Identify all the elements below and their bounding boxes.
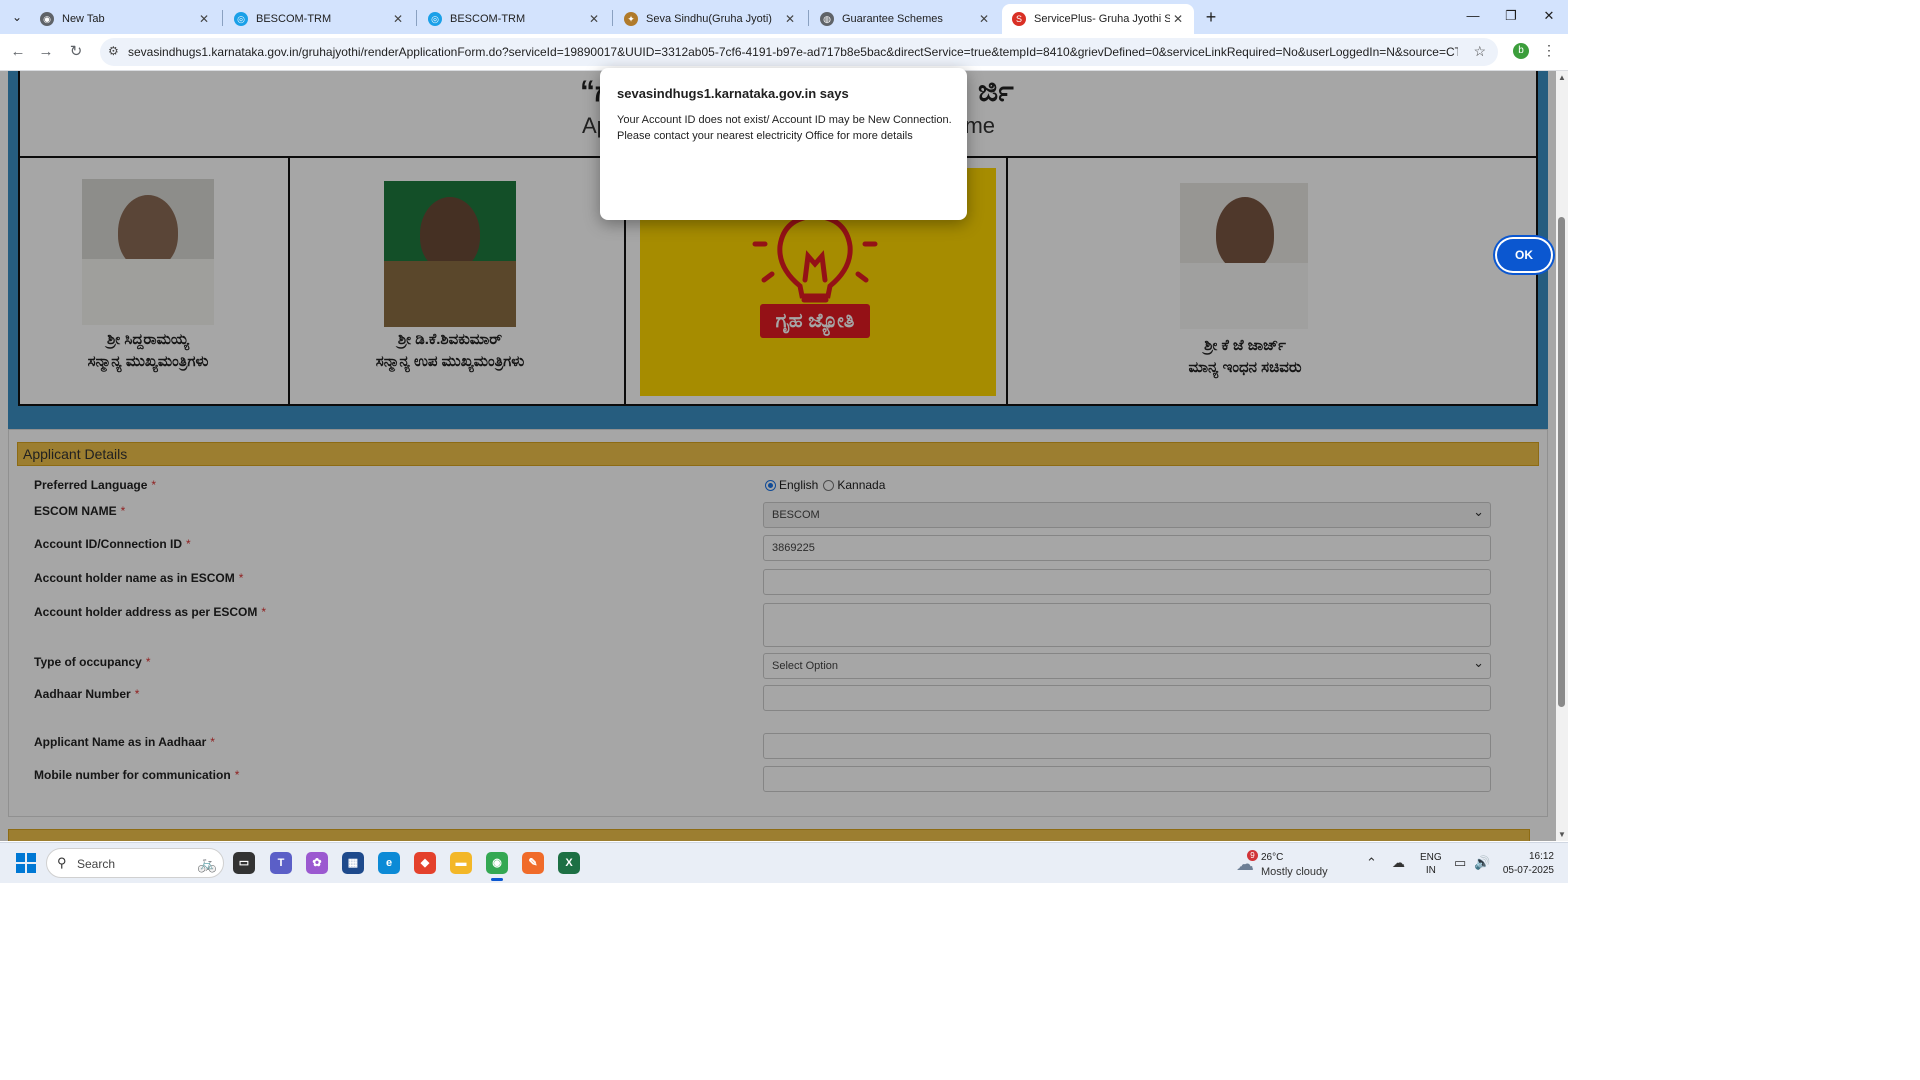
temperature: 26°C — [1261, 852, 1284, 863]
dialog-title: sevasindhugs1.karnataka.gov.in says — [617, 86, 849, 101]
scroll-up-icon[interactable]: ▲ — [1556, 73, 1568, 82]
tab-new-tab[interactable]: ◉ New Tab ✕ — [30, 4, 220, 34]
profile-avatar[interactable]: b — [1513, 43, 1529, 59]
weather-badge: 9 — [1247, 850, 1258, 861]
emblem-icon: ✦ — [624, 12, 638, 26]
tab-seva-sindhu[interactable]: ✦ Seva Sindhu(Gruha Jyoti) ✕ — [614, 4, 806, 34]
tab-bescom-trm-1[interactable]: ◎ BESCOM-TRM ✕ — [224, 4, 414, 34]
close-icon[interactable]: ✕ — [782, 12, 798, 26]
tab-label: BESCOM-TRM — [256, 13, 332, 25]
tab-label: Guarantee Schemes — [842, 13, 943, 25]
show-hidden-icons-chevron-icon[interactable]: ⌃ — [1366, 855, 1377, 871]
date: 05-07-2025 — [1502, 865, 1554, 876]
network-icon[interactable]: ▭ — [1454, 855, 1466, 871]
tab-label: New Tab — [62, 13, 105, 25]
tab-bar: ⌄ ◉ New Tab ✕ ◎ BESCOM-TRM ✕ ◎ BESCOM-TR… — [0, 0, 1568, 34]
bescom-icon: ◎ — [234, 12, 248, 26]
tab-serviceplus-active[interactable]: S ServicePlus- Gruha Jyothi Scher ✕ — [1002, 4, 1194, 34]
kebab-menu-icon[interactable]: ⋮ — [1542, 42, 1556, 59]
scroll-down-icon[interactable]: ▼ — [1556, 830, 1568, 839]
close-icon[interactable]: ✕ — [976, 12, 992, 26]
new-tab-plus-icon[interactable]: + — [1200, 6, 1222, 28]
site-info-icon[interactable]: ⚙ — [108, 44, 119, 58]
taskbar-search[interactable]: ⚲ Search 🚲 — [46, 848, 224, 878]
reload-icon[interactable]: ↻ — [64, 40, 88, 64]
time: 16:12 — [1528, 851, 1554, 862]
task-view-icon[interactable]: ▭ — [233, 852, 255, 874]
bicycle-icon: 🚲 — [197, 856, 217, 873]
close-icon[interactable]: ✕ — [390, 12, 406, 26]
close-icon[interactable]: ✕ — [586, 12, 602, 26]
browser-toolbar: ← → ↻ ⚙ sevasindhugs1.karnataka.gov.in/g… — [0, 34, 1568, 71]
tab-bescom-trm-2[interactable]: ◎ BESCOM-TRM ✕ — [418, 4, 610, 34]
window-close-icon[interactable]: ✕ — [1530, 0, 1568, 34]
cloud-sync-icon[interactable]: ☁ — [1392, 855, 1405, 871]
minimize-icon[interactable]: — — [1454, 0, 1492, 34]
restore-icon[interactable]: ❐ — [1492, 0, 1530, 34]
chrome-taskbar-icon[interactable]: ◉ — [486, 852, 508, 881]
bescom-icon: ◎ — [428, 12, 442, 26]
windows-start-icon[interactable] — [16, 853, 36, 873]
address-bar[interactable]: ⚙ sevasindhugs1.karnataka.gov.in/gruhajy… — [100, 38, 1498, 66]
store-icon[interactable]: ▦ — [342, 852, 364, 874]
chrome-icon: ◉ — [40, 12, 54, 26]
tab-label: ServicePlus- Gruha Jyothi Scher — [1034, 13, 1170, 25]
bookmark-star-icon[interactable]: ☆ — [1473, 43, 1486, 60]
edge-icon[interactable]: e — [378, 852, 400, 874]
search-icon: ⚲ — [57, 855, 67, 870]
taskbar-search-label: Search — [77, 857, 116, 871]
excel-icon[interactable]: X — [558, 852, 580, 874]
tab-search-chevron-icon[interactable]: ⌄ — [6, 6, 28, 28]
close-icon[interactable]: ✕ — [196, 12, 212, 26]
copilot-icon[interactable]: ✿ — [306, 852, 328, 874]
tab-label: Seva Sindhu(Gruha Jyoti) — [646, 13, 772, 25]
ok-button[interactable]: OK — [1497, 239, 1551, 271]
volume-icon[interactable]: 🔊 — [1474, 855, 1490, 871]
close-icon[interactable]: ✕ — [1170, 12, 1186, 26]
scrollbar-thumb[interactable] — [1558, 217, 1565, 707]
language-indicator[interactable]: ENG IN — [1420, 851, 1442, 877]
alert-dialog: sevasindhugs1.karnataka.gov.in says Your… — [600, 68, 1551, 271]
dialog-message: Your Account ID does not exist/ Account … — [617, 114, 952, 142]
forward-arrow-icon[interactable]: → — [34, 40, 58, 64]
serviceplus-icon: S — [1012, 12, 1026, 26]
page-scrollbar[interactable]: ▲ ▼ — [1556, 71, 1568, 841]
clock[interactable]: 16:12 05-07-2025 — [1498, 850, 1554, 878]
file-explorer-icon[interactable]: ▬ — [450, 852, 472, 874]
tab-label: BESCOM-TRM — [450, 13, 526, 25]
paint-icon[interactable]: ✎ — [522, 852, 544, 874]
url-text[interactable]: sevasindhugs1.karnataka.gov.in/gruhajyot… — [128, 45, 1458, 59]
back-arrow-icon[interactable]: ← — [6, 40, 30, 64]
anydesk-icon[interactable]: ◆ — [414, 852, 436, 874]
globe-icon: ◍ — [820, 12, 834, 26]
weather-condition: Mostly cloudy — [1261, 866, 1328, 878]
tab-guarantee-schemes[interactable]: ◍ Guarantee Schemes ✕ — [810, 4, 1000, 34]
teams-icon[interactable]: T — [270, 852, 292, 874]
windows-taskbar: ⚲ Search 🚲 ▭ T ✿ ▦ e ◆ ▬ ◉ ✎ X ☁ 9 26°C … — [0, 842, 1568, 883]
